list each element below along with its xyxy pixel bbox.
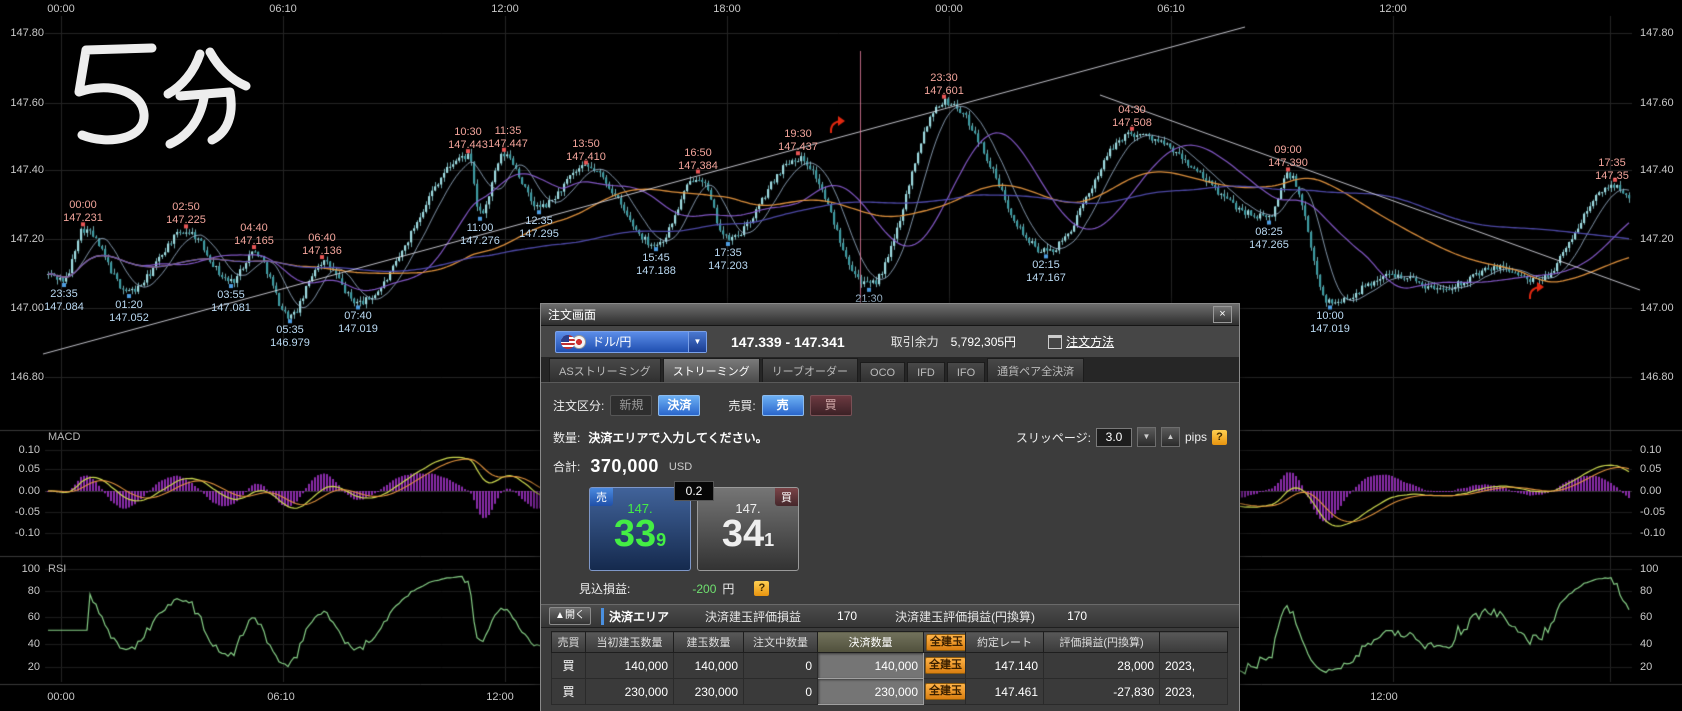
expected-pl-unit: 円 [722,580,734,597]
order-method-icon [1048,335,1062,349]
close-area-bar: ▲開く 決済エリア 決済建玉評価損益 170 決済建玉評価損益(円換算) 170 [541,604,1239,628]
total-unit: USD [669,461,692,473]
slippage-label: スリッページ: [1016,429,1091,446]
col-header-6[interactable]: 約定レート [966,632,1044,653]
trading-app-screen: 147.80147.80147.60147.60147.40147.40147.… [0,0,1682,711]
cell-r1-c5[interactable]: 全建玉 [924,679,966,705]
cell-r1-c3: 0 [744,679,818,705]
col-header-5[interactable]: 全建玉 [924,632,966,653]
order-method-link[interactable]: 注文方法 [1048,333,1114,350]
tab-2[interactable]: リーブオーダー [762,358,858,382]
tab-4[interactable]: IFD [907,362,945,382]
expected-pl-label: 見込損益: [579,580,630,597]
slippage-help-icon[interactable]: ? [1212,430,1227,445]
cell-r0-c3: 0 [744,653,818,679]
cell-r1-c7: -27,830 [1044,679,1160,705]
sell-tag: 売 [590,488,613,506]
col-header-3[interactable]: 注文中数量 [744,632,818,653]
currency-pair-select[interactable]: ドル/円 ▼ [555,331,707,353]
col-header-1[interactable]: 当初建玉数量 [586,632,674,653]
pl-help-icon[interactable]: ? [754,581,769,596]
quantity-hint: 決済エリアで入力してください。 [588,429,767,446]
sell-price-big: 339 [590,516,690,558]
order-type-new-button[interactable]: 新規 [610,395,652,416]
tab-1[interactable]: ストリーミング [663,358,760,382]
handwritten-note [52,40,262,155]
currency-pair-label: ドル/円 [592,333,688,350]
table-row: 買230,000230,0000230,000全建玉147.461-27,830… [552,679,1228,705]
order-window-titlebar[interactable]: 注文画面 × [541,304,1239,326]
eval-pl-jpy-value: 170 [1067,609,1087,623]
eval-pl-jpy-label: 決済建玉評価損益(円換算) [895,608,1035,625]
cell-r0-c7: 28,000 [1044,653,1160,679]
expected-pl-value: -200 [692,582,716,596]
lot-badge-header: 全建玉 [926,634,966,651]
tab-3[interactable]: OCO [860,362,905,382]
tab-0[interactable]: ASストリーミング [549,358,661,382]
buy-side-button[interactable]: 買 [810,395,852,416]
chevron-down-icon[interactable]: ▼ [688,332,706,352]
slippage-input[interactable]: 3.0 [1096,428,1132,447]
cell-r1-c8: 2023, [1160,679,1228,705]
close-area-title: 決済エリア [601,608,669,625]
order-type-label: 注文区分: [553,397,604,414]
cell-r1-c0: 買 [552,679,586,705]
margin-value: 5,792,305円 [951,333,1016,350]
close-icon[interactable]: × [1213,306,1232,323]
cell-r0-c2: 140,000 [674,653,744,679]
order-window: 注文画面 × ドル/円 ▼ 147.339 - 147.341 取引余力 5,7… [540,303,1240,711]
order-tabs: ASストリーミングストリーミングリーブオーダーOCOIFDIFO通貨ペア全決済 [541,358,1239,383]
col-header-8[interactable] [1160,632,1228,653]
positions-table: 売買当初建玉数量建玉数量注文中数量決済数量全建玉約定レート評価損益(円換算) 買… [551,631,1228,705]
col-header-0[interactable]: 売買 [552,632,586,653]
tab-6[interactable]: 通貨ペア全決済 [987,358,1084,382]
order-infobar: ドル/円 ▼ 147.339 - 147.341 取引余力 5,792,305円… [541,326,1239,358]
bid-ask-quote: 147.339 - 147.341 [731,334,845,350]
us-flag-icon [561,335,575,349]
margin-label: 取引余力 [891,333,939,350]
lot-badge-button[interactable]: 全建玉 [925,657,966,674]
slippage-unit: pips [1185,430,1207,444]
cell-r0-c0: 買 [552,653,586,679]
col-header-7[interactable]: 評価損益(円換算) [1044,632,1160,653]
slippage-increase-icon[interactable]: ▲ [1161,427,1180,447]
col-header-4[interactable]: 決済数量 [818,632,924,653]
eval-pl-value: 170 [837,609,857,623]
total-value: 370,000 [590,456,659,477]
cell-r0-c6: 147.140 [966,653,1044,679]
order-window-title: 注文画面 [548,306,596,323]
cell-r1-c6: 147.461 [966,679,1044,705]
cell-r0-c5[interactable]: 全建玉 [924,653,966,679]
col-header-2[interactable]: 建玉数量 [674,632,744,653]
quantity-label: 数量: [553,429,580,446]
lot-badge-button[interactable]: 全建玉 [925,683,966,700]
buy-tag: 買 [775,488,798,506]
sell-side-button[interactable]: 売 [762,395,804,416]
buy-price-big: 341 [698,516,798,558]
order-type-close-button[interactable]: 決済 [658,395,700,416]
cell-r1-c4[interactable]: 230,000 [818,679,924,705]
cell-r0-c4[interactable]: 140,000 [818,653,924,679]
spread-value: 0.2 [674,481,714,501]
cell-r1-c2: 230,000 [674,679,744,705]
quote-buttons: 売 147. 339 0.2 買 147. 341 [579,481,1227,577]
slippage-decrease-icon[interactable]: ▼ [1137,427,1156,447]
eval-pl-label: 決済建玉評価損益 [705,608,801,625]
tab-5[interactable]: IFO [947,362,985,382]
side-label: 売買: [728,397,755,414]
cell-r1-c1: 230,000 [586,679,674,705]
streaming-panel: 注文区分: 新規 決済 売買: 売 買 数量: 決済エリアで入力してください。 … [541,383,1239,597]
cell-r0-c1: 140,000 [586,653,674,679]
collapse-area-button[interactable]: ▲開く [549,607,591,625]
total-label: 合計: [553,458,580,475]
table-row: 買140,000140,0000140,000全建玉147.14028,0002… [552,653,1228,679]
cell-r0-c8: 2023, [1160,653,1228,679]
